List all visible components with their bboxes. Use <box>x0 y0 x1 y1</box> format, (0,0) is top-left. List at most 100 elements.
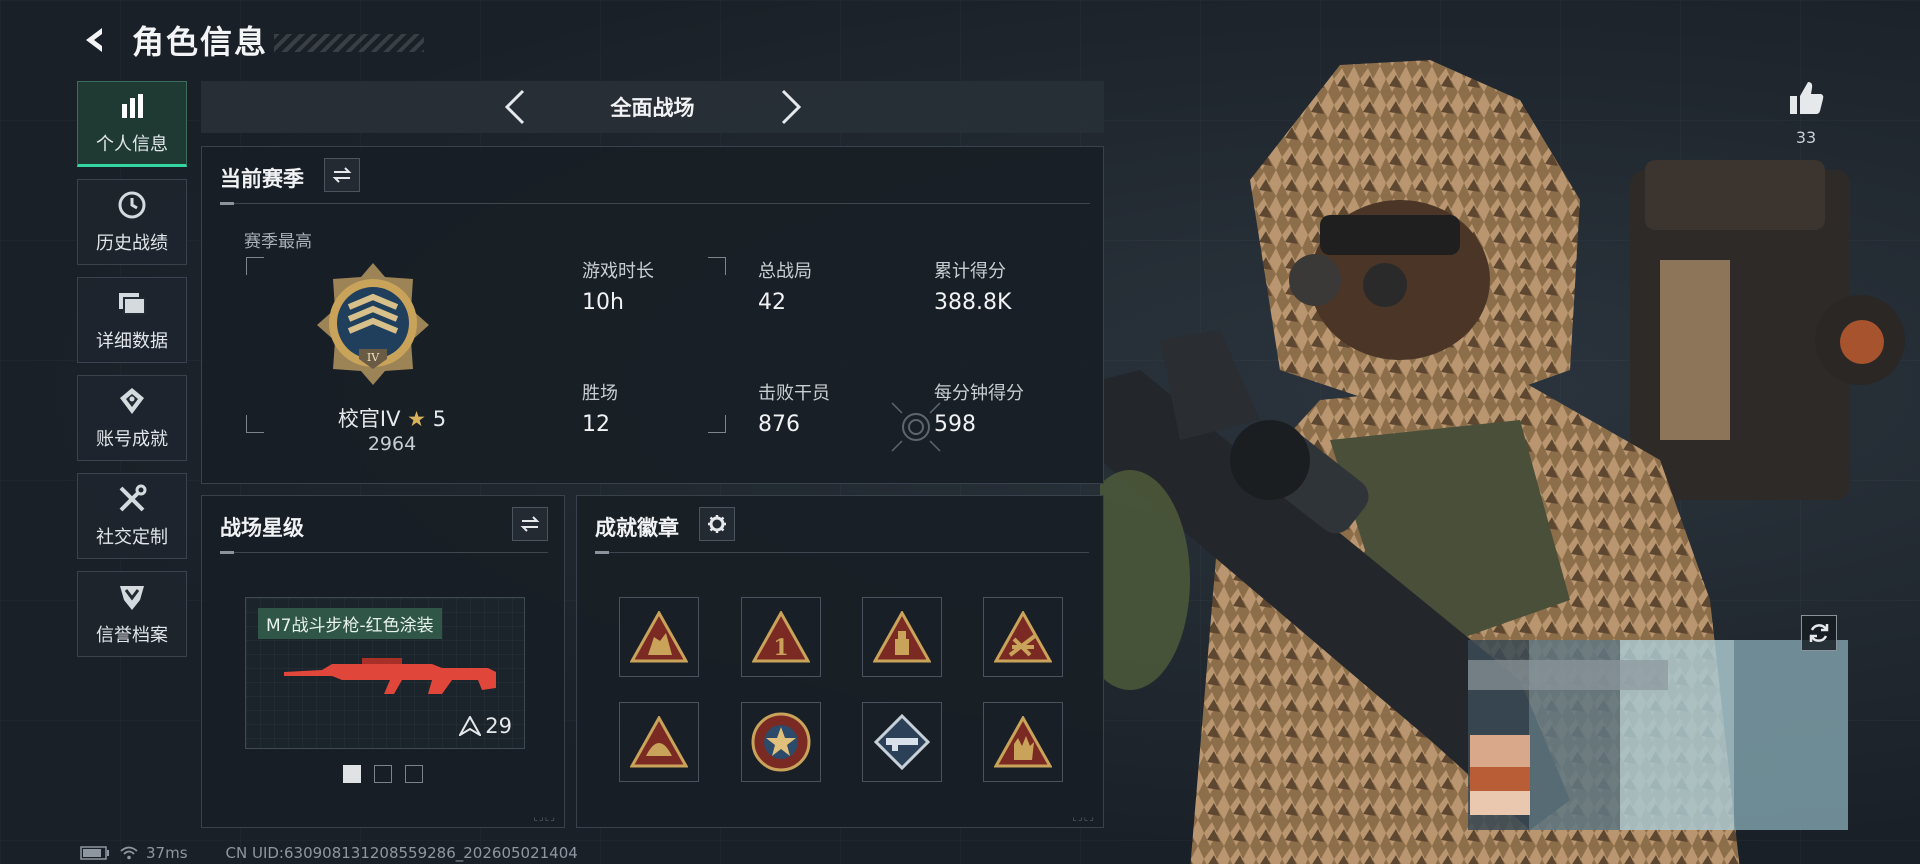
frame-corner <box>246 415 264 433</box>
ping-value: 37ms <box>146 844 188 862</box>
rank-points: 2964 <box>367 433 417 455</box>
gear-icon <box>708 515 726 533</box>
like-count: 33 <box>1795 128 1817 147</box>
season-title: 当前赛季 <box>220 167 304 191</box>
sidebar-item-achievements[interactable]: 账号成就 <box>77 375 187 461</box>
weapon-name: M7战斗步枪-红色涂装 <box>258 608 442 639</box>
soldiers-badge-icon <box>630 611 688 663</box>
refresh-icon <box>1809 624 1829 642</box>
badge-helmet[interactable] <box>619 702 699 782</box>
panel-corner-mark: ⌞⌟⌞⌟ <box>533 812 556 823</box>
weapon-star-level: 29 <box>459 714 512 738</box>
page-indicator-1[interactable] <box>343 765 361 783</box>
swap-icon <box>332 167 352 183</box>
divider <box>220 552 548 553</box>
divider-accent <box>220 551 234 554</box>
season-panel: 当前赛季 赛季最高 IV 校官IV ★ 5 2964 游戏时长 10h 总战局 … <box>201 146 1104 484</box>
folder-icon <box>117 287 147 319</box>
badge-soldiers[interactable] <box>619 597 699 677</box>
divider-accent <box>220 202 234 205</box>
rifle-icon <box>284 658 496 694</box>
frame-corner <box>246 257 264 275</box>
achievement-icon <box>117 385 147 417</box>
chevron-right-icon <box>781 89 801 125</box>
mode-title: 全面战场 <box>610 96 695 120</box>
star-level-icon <box>459 716 482 736</box>
rank-stars: 5 <box>432 407 447 431</box>
stat-value: 12 <box>582 412 610 437</box>
stat-value: 10h <box>582 290 624 315</box>
chevron-left-icon <box>504 89 524 125</box>
rank-line: 校官IV ★ 5 <box>322 403 462 433</box>
stat-label: 每分钟得分 <box>934 383 1024 404</box>
badges-title: 成就徽章 <box>595 516 679 540</box>
blurred-avatar <box>1470 735 1530 815</box>
thumbs-up-icon <box>1790 82 1824 114</box>
sidebar-item-reputation[interactable]: 信誉档案 <box>77 571 187 657</box>
wifi-icon <box>120 846 138 860</box>
back-arrow-icon[interactable] <box>78 23 112 57</box>
number-one-badge-icon: 1 <box>752 611 810 663</box>
refresh-button[interactable] <box>1801 615 1837 651</box>
diamond-rifle-badge-icon <box>874 714 930 770</box>
divider <box>595 552 1089 553</box>
helmet-badge-icon <box>630 716 688 768</box>
sidebar-item-history[interactable]: 历史战绩 <box>77 179 187 265</box>
sidebar-item-label: 历史战绩 <box>96 233 168 254</box>
rank-name: 校官IV <box>337 407 401 431</box>
svg-text:IV: IV <box>367 351 380 364</box>
season-switch-button[interactable] <box>324 158 360 192</box>
stat-value: 42 <box>758 290 786 315</box>
mode-selector: 全面战场 <box>201 81 1104 133</box>
page-indicator-2[interactable] <box>374 765 392 783</box>
stat-label: 胜场 <box>582 383 618 404</box>
stat-value: 388.8K <box>934 290 1012 315</box>
status-footer: 37ms CN UID:630908131208559286_202605021… <box>80 843 586 863</box>
badge-number-one[interactable]: 1 <box>741 597 821 677</box>
stat-label: 总战局 <box>758 261 812 282</box>
sidebar-item-social-custom[interactable]: 社交定制 <box>77 473 187 559</box>
badge-ammo[interactable] <box>862 597 942 677</box>
stat-label: 击败干员 <box>758 383 830 404</box>
badge-diamond-rifle[interactable] <box>862 702 942 782</box>
ammo-badge-icon <box>873 611 931 663</box>
sidebar-item-label: 详细数据 <box>96 331 168 352</box>
like-button[interactable] <box>1786 78 1826 118</box>
mode-next-button[interactable] <box>771 87 811 127</box>
stat-label: 累计得分 <box>934 261 1006 282</box>
weapon-card[interactable]: M7战斗步枪-红色涂装 29 <box>245 597 525 749</box>
svg-text:1: 1 <box>773 635 788 661</box>
sidebar: 个人信息 历史战绩 详细数据 账号成就 社交定制 信誉档案 <box>77 81 187 669</box>
panel-corner-mark: ⌞⌟⌞⌟ <box>1072 812 1095 823</box>
mode-prev-button[interactable] <box>495 87 535 127</box>
weapon-stars: 29 <box>485 714 512 738</box>
page-indicator-3[interactable] <box>405 765 423 783</box>
shield-icon <box>117 581 147 613</box>
page-title: 角色信息 <box>132 23 269 61</box>
badges-settings-button[interactable] <box>699 507 735 541</box>
hand-sign-badge-icon <box>994 716 1052 768</box>
barricade-badge-icon <box>994 611 1052 663</box>
badge-barricade[interactable] <box>983 597 1063 677</box>
sidebar-item-label: 账号成就 <box>96 429 168 450</box>
clock-icon <box>117 189 147 221</box>
bar-chart-icon <box>118 90 146 122</box>
star-emblem-badge-icon <box>751 712 811 772</box>
frame-corner <box>708 257 726 275</box>
tools-icon <box>117 483 147 515</box>
star-icon: ★ <box>407 407 426 431</box>
blurred-overlay-row <box>1468 660 1668 690</box>
season-best-label: 赛季最高 <box>244 232 312 252</box>
header: 角色信息 <box>78 18 425 62</box>
stat-value: 876 <box>758 412 800 437</box>
frame-corner <box>708 415 726 433</box>
stars-switch-button[interactable] <box>512 507 548 541</box>
badge-star-emblem[interactable] <box>741 702 821 782</box>
battlefield-stars-title: 战场星级 <box>220 516 304 540</box>
stat-label: 游戏时长 <box>582 261 654 282</box>
sidebar-item-label: 社交定制 <box>96 527 168 548</box>
badge-hand-sign[interactable] <box>983 702 1063 782</box>
sidebar-item-personal-info[interactable]: 个人信息 <box>77 81 187 167</box>
sidebar-item-detailed-data[interactable]: 详细数据 <box>77 277 187 363</box>
swap-icon <box>520 516 540 532</box>
